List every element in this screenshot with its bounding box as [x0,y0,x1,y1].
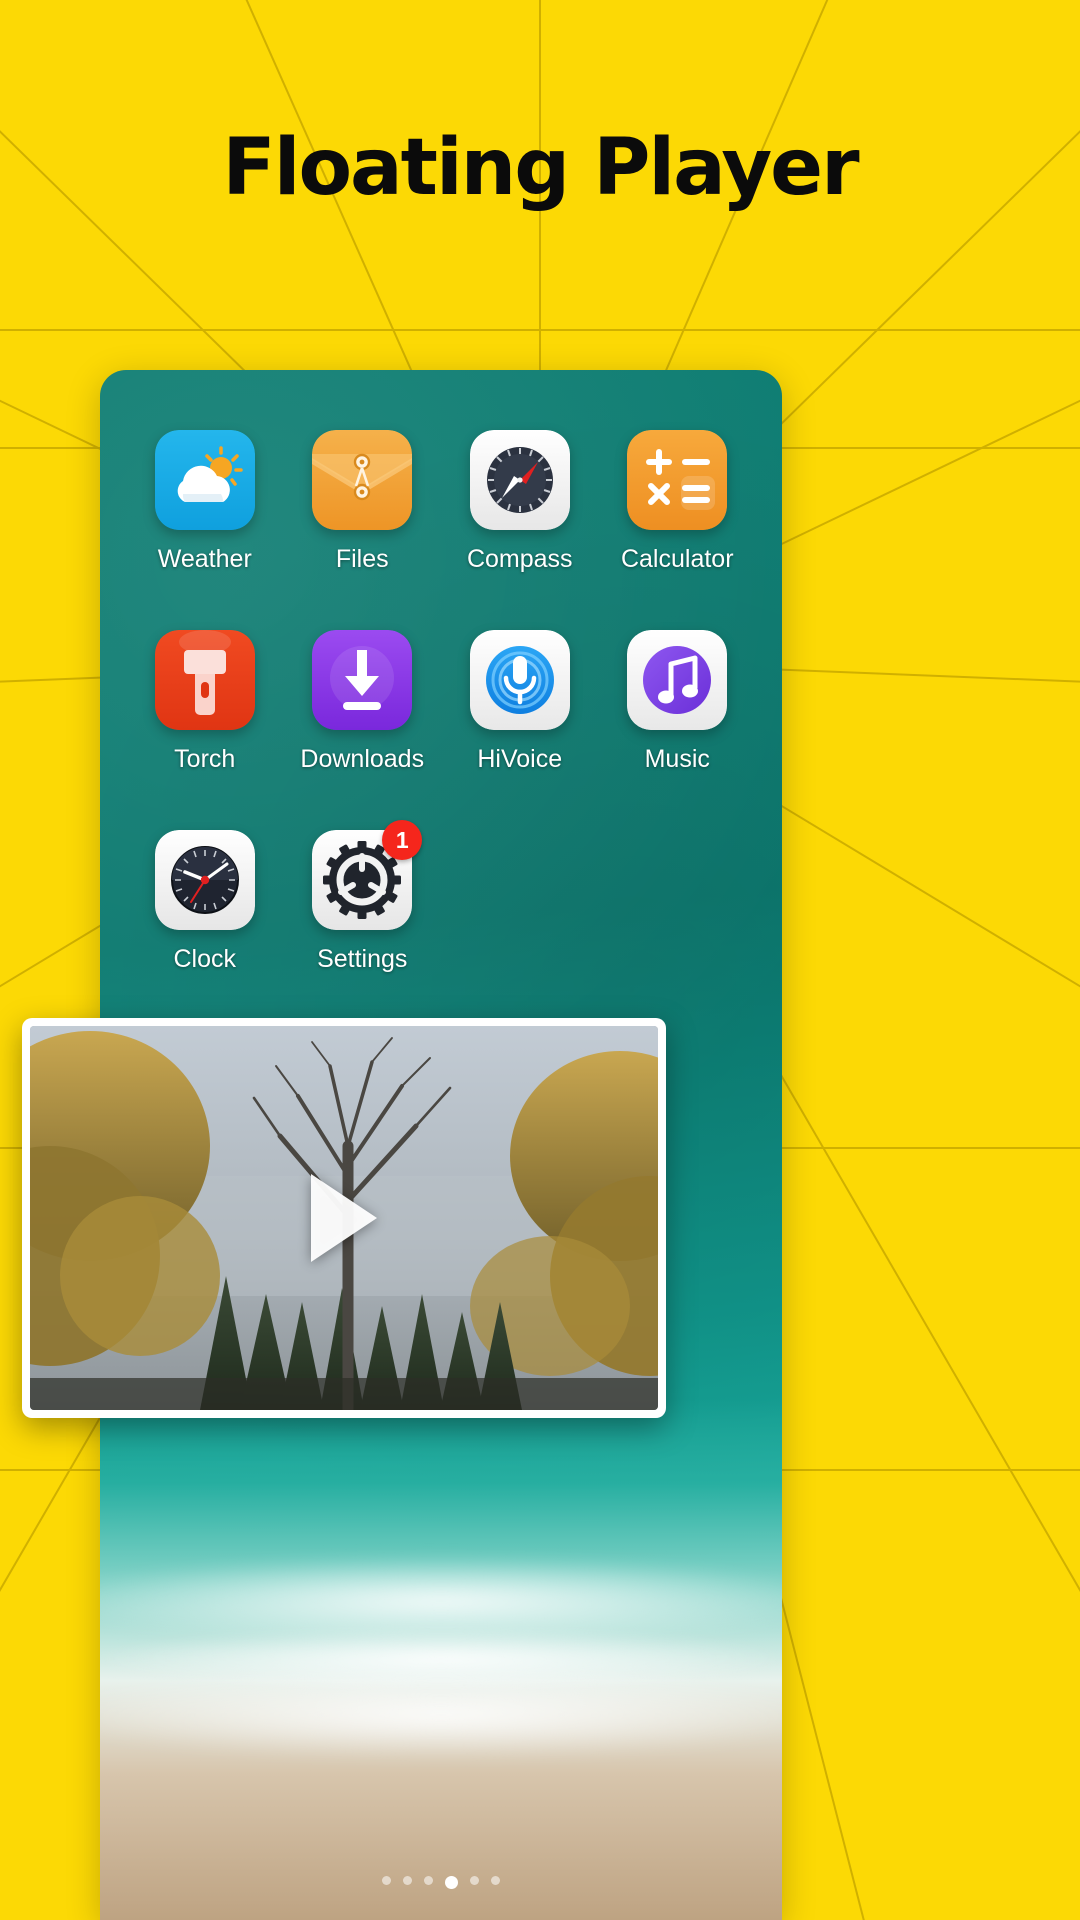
app-label: Calculator [620,545,734,573]
app-label: Files [335,545,389,573]
page-dot-active[interactable] [445,1876,458,1889]
torch-icon[interactable] [154,630,255,730]
settings-icon[interactable]: 1 [312,820,423,930]
app-label: Music [644,745,710,773]
app-label: Downloads [300,745,425,773]
downloads-icon[interactable] [312,630,413,730]
app-item-settings[interactable]: 1 Settings [284,820,442,974]
play-icon[interactable] [311,1174,377,1262]
app-item-weather[interactable]: Weather [126,430,284,574]
page-title: Floating Player [222,123,859,213]
app-label: HiVoice [477,745,563,773]
app-item-music[interactable]: Music [599,630,757,774]
app-label: Compass [466,545,573,573]
app-label: Settings [317,945,408,973]
page-dot[interactable] [470,1876,479,1885]
calculator-icon[interactable] [627,430,728,530]
app-item-hivoice[interactable]: HiVoice [441,630,599,774]
app-item-calculator[interactable]: Calculator [599,430,757,574]
page-dot[interactable] [491,1876,500,1885]
app-item-torch[interactable]: Torch [126,630,284,774]
page-indicator[interactable] [100,1876,782,1889]
status-badge: 1 [382,820,423,860]
app-label: Weather [157,545,252,573]
app-item-compass[interactable]: Compass [441,430,599,574]
app-item-files[interactable]: Files [284,430,442,574]
floating-video-player[interactable] [22,1018,666,1418]
hivoice-icon[interactable] [469,630,570,730]
compass-icon[interactable] [469,430,570,530]
page-dot[interactable] [424,1876,433,1885]
wallpaper-foam [100,1670,782,1761]
app-label: Torch [174,745,236,773]
files-icon[interactable] [312,430,413,530]
app-grid: Weather Files Compass Calculator Torch D… [100,370,782,974]
app-item-clock[interactable]: Clock [126,830,284,974]
video-surface[interactable] [30,1026,658,1410]
weather-icon[interactable] [154,430,255,530]
page-dot[interactable] [403,1876,412,1885]
page-title-container: Floating Player [0,123,1080,213]
wallpaper-beach [100,1400,782,1920]
app-label: Clock [173,945,236,973]
page-dot[interactable] [382,1876,391,1885]
clock-icon[interactable] [154,830,255,930]
music-icon[interactable] [627,630,728,730]
wallpaper-foam [100,1556,782,1646]
app-item-downloads[interactable]: Downloads [284,630,442,774]
